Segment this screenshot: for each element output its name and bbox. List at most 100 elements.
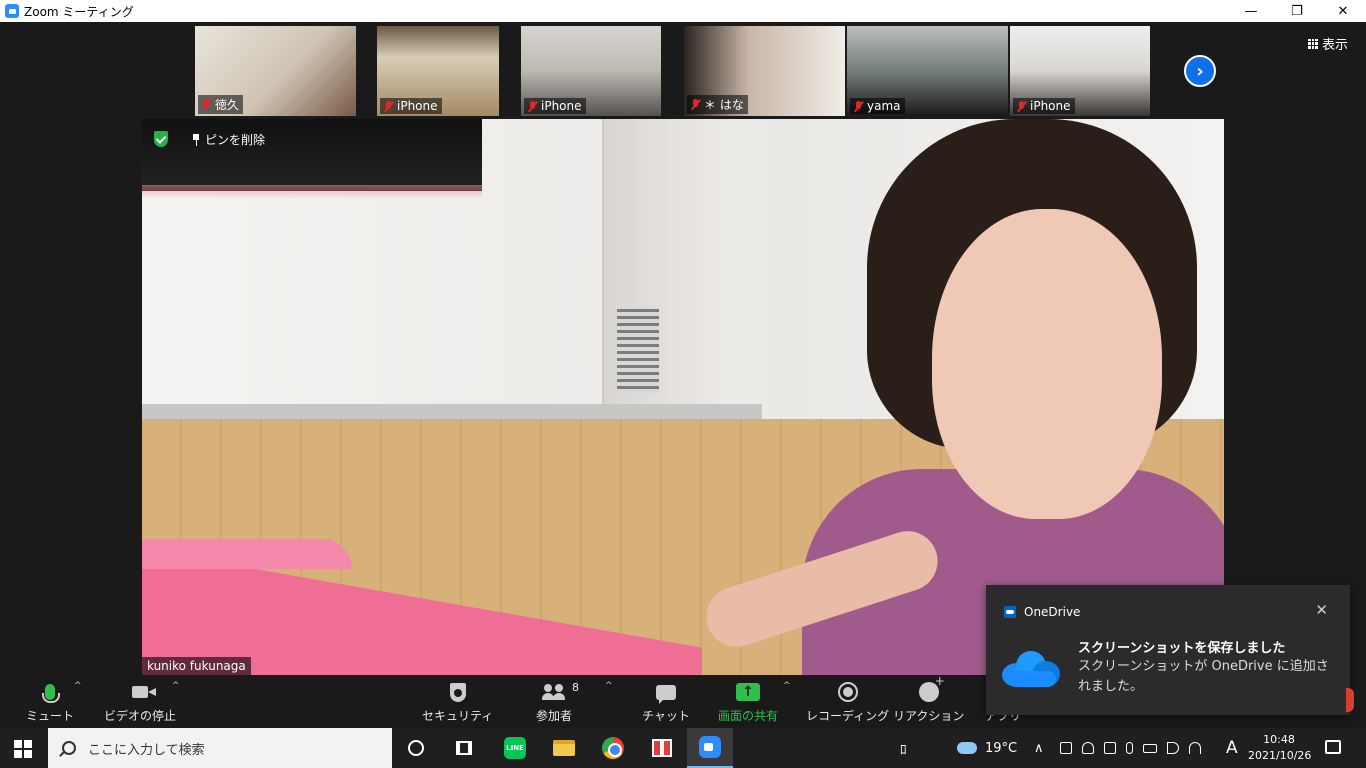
speaker-name: kuniko fukunaga [142, 657, 251, 675]
taskbar-clock[interactable]: 10:48 2021/10/26 [1248, 732, 1312, 764]
audio-options-caret[interactable]: ^ [74, 681, 82, 691]
chrome-icon [602, 737, 624, 759]
share-label: 画面の共有 [718, 709, 779, 723]
tray-overflow-button[interactable]: ∧ [1034, 728, 1044, 768]
video-options-caret[interactable]: ^ [172, 681, 180, 691]
participant-thumbnail[interactable]: iPhone [521, 26, 661, 116]
security-button[interactable]: セキュリティ [422, 681, 493, 724]
file-explorer-button[interactable] [552, 736, 576, 760]
participant-tag: ＊ はな [687, 95, 748, 114]
gallery-strip: 徳久 iPhone iPhone ＊ はな yama iPhone › 表示 [0, 22, 1366, 118]
mic-muted-icon [691, 99, 700, 110]
record-icon [837, 682, 858, 702]
taskbar-search-box[interactable]: ここに入力して検索 [48, 728, 392, 768]
people-tray-button[interactable]: ﾛ [900, 728, 907, 768]
restore-button[interactable]: ❐ [1274, 0, 1320, 22]
chat-button[interactable]: チャット [642, 681, 690, 724]
chevron-up-icon: ∧ [1034, 740, 1044, 756]
windows-start-icon[interactable] [14, 740, 32, 758]
share-screen-button[interactable]: ↑ 画面の共有 [718, 681, 778, 724]
participant-thumbnail[interactable]: 徳久 [195, 26, 356, 116]
notification-message: スクリーンショットが OneDrive に追加されました。 [1078, 659, 1329, 694]
onedrive-notification[interactable]: OneDrive ✕ スクリーンショットを保存しました スクリーンショットが O… [986, 585, 1350, 715]
cortana-button[interactable] [404, 736, 428, 760]
zoom-icon [699, 736, 721, 758]
mic-muted-icon [1017, 100, 1026, 112]
cloud-weather-icon [957, 742, 977, 754]
participant-thumbnail[interactable]: yama [847, 26, 1008, 116]
onedrive-tray-icon[interactable] [1082, 742, 1094, 754]
folder-icon [553, 740, 575, 756]
share-arrow-icon: ↑ [736, 683, 760, 701]
unpin-label: ピンを削除 [205, 133, 266, 147]
zoom-taskbar-button[interactable] [687, 728, 733, 768]
gift-app-button[interactable] [650, 736, 674, 760]
record-button[interactable]: レコーディング [806, 681, 889, 724]
task-view-button[interactable] [452, 736, 476, 760]
minimize-button[interactable]: — [1228, 0, 1274, 22]
speaker-icon[interactable] [1167, 742, 1179, 754]
view-button[interactable]: 表示 [1308, 34, 1348, 53]
mute-label: ミュート [26, 709, 75, 723]
microphone-tray-icon[interactable] [1126, 742, 1133, 754]
participants-options-caret[interactable]: ^ [605, 681, 613, 691]
notification-app: OneDrive [1004, 605, 1080, 619]
participant-name: yama [867, 99, 901, 113]
wifi-icon[interactable] [1189, 742, 1201, 754]
pin-icon [192, 133, 200, 146]
chrome-button[interactable] [601, 736, 625, 760]
weather-widget[interactable]: 19°C [957, 728, 1017, 768]
clock-date: 2021/10/26 [1248, 749, 1312, 762]
participant-name: iPhone [541, 99, 582, 113]
person-icon: ﾛ [900, 742, 907, 758]
notification-center-icon[interactable] [1325, 740, 1341, 754]
participants-count: 8 [572, 681, 579, 694]
participant-tag: iPhone [1013, 98, 1075, 114]
task-view-icon [456, 741, 472, 755]
end-meeting-button-edge[interactable] [1346, 688, 1354, 712]
video-camera-icon [132, 686, 148, 698]
next-page-button[interactable]: › [1184, 55, 1216, 87]
reactions-button[interactable]: リアクション [893, 674, 965, 724]
share-options-caret[interactable]: ^ [783, 681, 791, 691]
chat-bubble-icon [655, 684, 676, 704]
screen-capture-icon[interactable] [1104, 742, 1116, 754]
temperature: 19°C [985, 740, 1018, 756]
battery-icon[interactable] [1143, 743, 1157, 753]
participant-name: 徳久 [215, 98, 240, 112]
line-app-button[interactable]: LINE [503, 736, 527, 760]
ime-indicator[interactable]: A [1226, 728, 1238, 768]
stop-video-button[interactable]: ビデオの停止 [104, 681, 176, 724]
reactions-label: リアクション [893, 709, 965, 723]
smiley-icon [918, 674, 945, 702]
participant-thumbnail[interactable]: iPhone [1010, 26, 1150, 116]
gift-icon [652, 739, 672, 757]
close-notification-button[interactable]: ✕ [1315, 601, 1328, 619]
notification-app-name: OneDrive [1024, 605, 1081, 619]
participant-name: iPhone [1030, 99, 1071, 113]
participants-button[interactable]: 8 参加者 [536, 681, 579, 724]
participants-icon [542, 684, 566, 700]
security-label: セキュリティ [422, 709, 494, 723]
record-label: レコーディング [806, 709, 890, 723]
mic-muted-icon [528, 100, 537, 112]
zoom-app-icon [5, 4, 19, 18]
participant-thumbnail[interactable]: iPhone [377, 26, 499, 116]
participant-thumbnail[interactable]: ＊ はな [684, 26, 845, 116]
meet-now-icon[interactable] [1060, 742, 1072, 754]
cortana-circle-icon [408, 740, 424, 756]
mute-button[interactable]: ミュート [26, 681, 74, 724]
close-button[interactable]: ✕ [1320, 0, 1366, 22]
notification-title: スクリーンショットを保存しました [1078, 641, 1286, 656]
participant-tag: iPhone [524, 98, 586, 114]
video-label: ビデオの停止 [104, 709, 177, 723]
encryption-shield-icon[interactable] [154, 131, 168, 147]
participant-tag: yama [850, 98, 905, 114]
mic-muted-icon [384, 100, 393, 112]
unpin-button[interactable]: ピンを削除 [192, 131, 265, 148]
search-placeholder: ここに入力して検索 [88, 742, 205, 758]
participants-label: 参加者 [536, 709, 573, 723]
line-app-icon: LINE [504, 737, 526, 759]
security-shield-icon [449, 682, 466, 702]
onedrive-small-icon [1004, 606, 1016, 618]
